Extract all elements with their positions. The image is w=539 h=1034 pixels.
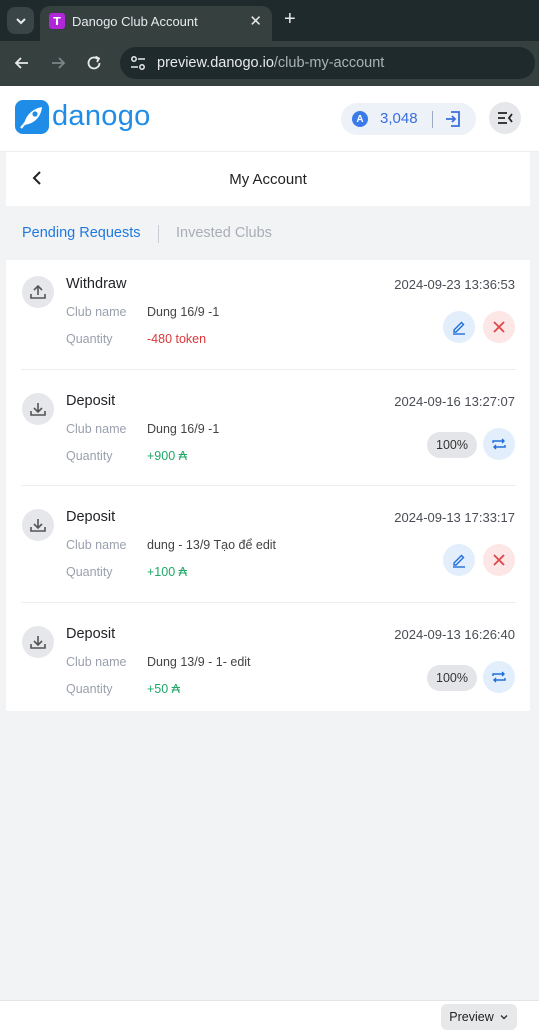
quantity-label: Quantity: [66, 682, 113, 696]
progress-badge: 100%: [427, 665, 477, 691]
page-title: My Account: [229, 171, 307, 188]
repeat-icon: [492, 438, 506, 450]
quantity-value: -480 token: [147, 332, 207, 346]
request-type: Deposit: [66, 509, 116, 525]
url-host: preview.danogo.io: [157, 55, 274, 71]
divider: [21, 369, 516, 370]
upload-icon: [30, 284, 46, 299]
request-type-icon-wrap: [22, 393, 54, 425]
divider: [432, 111, 433, 128]
request-datetime: 2024-09-16 13:27:07: [394, 394, 515, 409]
preview-footer: Preview: [0, 1000, 539, 1034]
danogo-rocket-logo-icon[interactable]: [15, 100, 49, 134]
quantity-label: Quantity: [66, 449, 113, 463]
back-arrow-icon[interactable]: [12, 53, 32, 73]
quantity-value: +50 ₳: [147, 682, 181, 696]
edit-request-button[interactable]: [443, 544, 475, 576]
preview-label: Preview: [449, 1010, 494, 1024]
close-icon: [493, 554, 505, 566]
list-item: Deposit 2024-09-16 13:27:07 Club name Du…: [6, 377, 530, 494]
page-title-bar: My Account: [6, 152, 530, 206]
download-icon: [30, 403, 46, 416]
divider: [21, 602, 516, 603]
request-type: Deposit: [66, 626, 116, 642]
club-name-value: Dung 16/9 -1: [147, 305, 220, 319]
tab-pending-requests[interactable]: Pending Requests: [22, 225, 141, 241]
download-icon: [30, 519, 46, 532]
pending-requests-list: Withdraw 2024-09-23 13:36:53 Club name D…: [6, 260, 530, 711]
tab-divider: [158, 225, 159, 243]
club-name-value: Dung 16/9 -1: [147, 422, 220, 436]
chevron-down-icon: [500, 1015, 508, 1020]
new-tab-icon[interactable]: +: [284, 8, 296, 30]
progress-badge: 100%: [427, 432, 477, 458]
tab-invested-clubs[interactable]: Invested Clubs: [176, 225, 272, 241]
request-datetime: 2024-09-23 13:36:53: [394, 277, 515, 292]
logo-text[interactable]: danogo: [52, 100, 151, 133]
retry-request-button[interactable]: [483, 661, 515, 693]
tab-search-button[interactable]: [7, 7, 34, 34]
tab-title: Danogo Club Account: [72, 14, 198, 29]
tab-favicon: T: [49, 13, 65, 29]
request-type-icon-wrap: [22, 626, 54, 658]
close-tab-icon[interactable]: ✕: [249, 12, 262, 30]
divider: [21, 485, 516, 486]
quantity-value: +900 ₳: [147, 449, 187, 463]
site-settings-icon[interactable]: [129, 54, 147, 72]
club-name-label: Club name: [66, 655, 127, 669]
request-type-icon-wrap: [22, 509, 54, 541]
list-item: Withdraw 2024-09-23 13:36:53 Club name D…: [6, 260, 530, 377]
club-name-value: Dung 13/9 - 1- edit: [147, 655, 251, 669]
download-icon: [30, 636, 46, 649]
club-name-label: Club name: [66, 422, 127, 436]
request-datetime: 2024-09-13 16:26:40: [394, 627, 515, 642]
pencil-icon: [453, 554, 465, 568]
menu-button[interactable]: [489, 102, 521, 134]
login-icon[interactable]: [444, 110, 462, 128]
token-balance-pill[interactable]: A 3,048: [341, 103, 476, 135]
pencil-icon: [453, 321, 465, 335]
preview-button[interactable]: Preview: [441, 1004, 517, 1030]
url-text: preview.danogo.io/club-my-account: [157, 55, 384, 71]
browser-tab[interactable]: T Danogo Club Account ✕: [40, 6, 272, 41]
url-path: /club-my-account: [273, 55, 385, 71]
url-input[interactable]: preview.danogo.io/club-my-account: [120, 47, 535, 79]
quantity-value: +100 ₳: [147, 565, 187, 579]
request-type: Withdraw: [66, 276, 127, 292]
club-name-value: dung - 13/9 Tạo để edit: [147, 538, 277, 552]
retry-request-button[interactable]: [483, 428, 515, 460]
cancel-request-button[interactable]: [483, 311, 515, 343]
quantity-label: Quantity: [66, 565, 113, 579]
list-item: Deposit 2024-09-13 16:26:40 Club name Du…: [6, 610, 530, 727]
browser-tab-bar: T Danogo Club Account ✕ +: [0, 0, 539, 41]
club-name-label: Club name: [66, 538, 127, 552]
request-type: Deposit: [66, 393, 116, 409]
repeat-icon: [492, 671, 506, 683]
list-item: Deposit 2024-09-13 17:33:17 Club name du…: [6, 493, 530, 610]
request-datetime: 2024-09-13 17:33:17: [394, 510, 515, 525]
token-balance: 3,048: [380, 110, 418, 127]
edit-request-button[interactable]: [443, 311, 475, 343]
ada-token-icon: A: [352, 111, 368, 127]
cancel-request-button[interactable]: [483, 544, 515, 576]
app-header: danogo A 3,048: [0, 86, 539, 152]
close-icon: [493, 321, 505, 333]
quantity-label: Quantity: [66, 332, 113, 346]
reload-icon[interactable]: [84, 53, 104, 73]
menu-collapse-icon: [498, 112, 513, 124]
chevron-down-icon: [15, 17, 26, 24]
forward-arrow-icon[interactable]: [48, 53, 68, 73]
request-type-icon-wrap: [22, 276, 54, 308]
club-name-label: Club name: [66, 305, 127, 319]
browser-address-bar: preview.danogo.io/club-my-account: [0, 41, 539, 86]
